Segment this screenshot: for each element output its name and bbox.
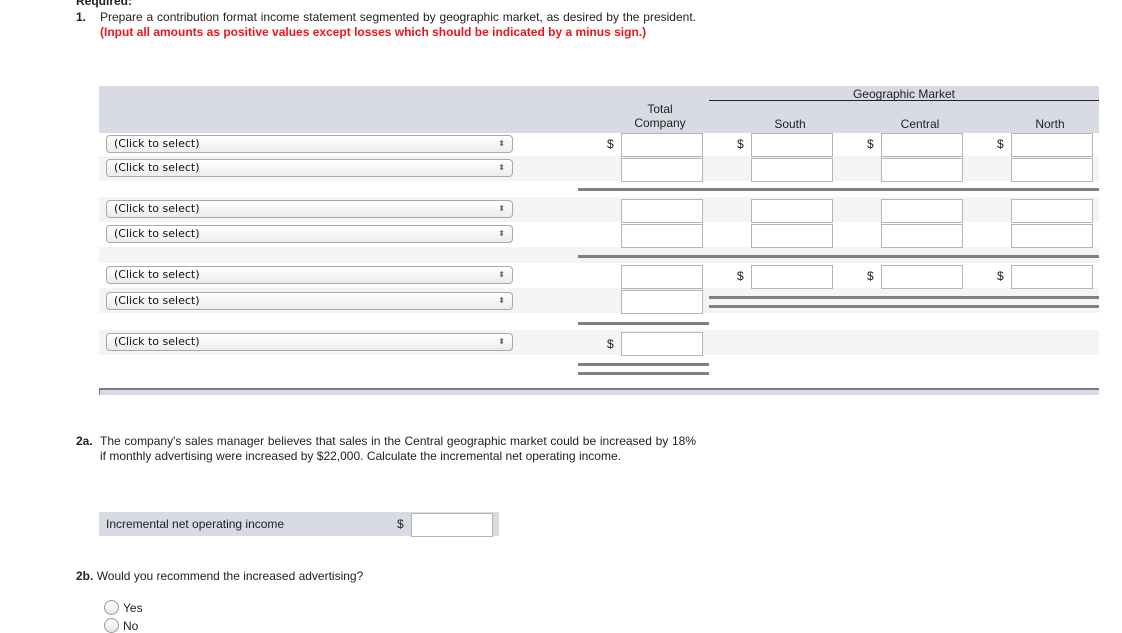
row-5-select[interactable]: (Click to select) ⬍ [106,266,513,284]
subtotal-line [578,322,709,325]
required-heading: Required: [76,0,133,8]
row-1-total-input[interactable] [621,133,703,157]
question-1-text: Prepare a contribution format income sta… [100,10,696,39]
row-2-north-input[interactable] [1011,158,1093,182]
double-underline-bottom [709,305,1099,308]
question-2b-text: Would you recommend the increased advert… [96,569,364,583]
row-7-select[interactable]: (Click to select) ⬍ [106,333,513,351]
radio-yes-label: Yes [123,601,143,615]
incremental-income-row: Incremental net operating income $ [99,512,499,537]
row-5-total-input[interactable] [621,265,703,289]
currency-symbol: $ [997,137,1004,151]
row-4-total-input[interactable] [621,224,703,248]
radio-yes[interactable] [104,600,119,615]
select-arrows-icon: ⬍ [498,163,505,172]
radio-no-label: No [123,619,139,633]
row-2-south-input[interactable] [751,158,833,182]
table-row: (Click to select) ⬍ [99,288,1099,313]
question-1-number: 1. [76,10,87,24]
subtotal-line [578,188,1099,191]
select-arrows-icon: ⬍ [498,229,505,238]
row-5-central-input[interactable] [881,265,963,289]
double-underline-bottom [578,372,709,375]
question-1-instruction: (Input all amounts as positive values ex… [100,25,647,39]
row-5-north-input[interactable] [1011,265,1093,289]
question-2a-number: 2a. [76,434,93,448]
currency-symbol: $ [607,337,614,351]
row-3-north-input[interactable] [1011,199,1093,223]
row-1-select[interactable]: (Click to select) ⬍ [106,135,513,153]
currency-symbol: $ [997,269,1004,283]
select-arrows-icon: ⬍ [498,270,505,279]
row-4-north-input[interactable] [1011,224,1093,248]
question-2a: 2a. The company's sales manager believes… [76,434,696,464]
row-3-central-input[interactable] [881,199,963,223]
currency-symbol: $ [867,137,874,151]
question-2b: 2b. Would you recommend the increased ad… [76,569,363,583]
currency-symbol: $ [607,137,614,151]
row-4-south-input[interactable] [751,224,833,248]
subtotal-line [578,255,1099,258]
row-7-total-input[interactable] [621,332,703,356]
column-header-total-company: Total Company [634,102,686,130]
row-3-total-input[interactable] [621,199,703,223]
row-6-total-input[interactable] [621,290,703,314]
row-3-south-input[interactable] [751,199,833,223]
table-row: (Click to select) ⬍ [99,330,1099,355]
geographic-market-underline [709,100,1099,101]
column-header-south: South [774,117,806,131]
incremental-income-label: Incremental net operating income [106,517,285,531]
row-4-select[interactable]: (Click to select) ⬍ [106,225,513,243]
geographic-market-header: Geographic Market [852,87,956,101]
currency-symbol: $ [867,269,874,283]
double-underline-top [578,363,709,366]
question-2a-text: The company's sales manager believes tha… [100,434,696,463]
row-2-total-input[interactable] [621,158,703,182]
question-1: 1. Prepare a contribution format income … [76,10,696,40]
row-1-north-input[interactable] [1011,133,1093,157]
incremental-income-input[interactable] [411,513,493,537]
row-6-select[interactable]: (Click to select) ⬍ [106,292,513,310]
double-underline-top [709,296,1099,299]
row-2-select[interactable]: (Click to select) ⬍ [106,159,513,177]
row-5-south-input[interactable] [751,265,833,289]
row-1-central-input[interactable] [881,133,963,157]
column-header-north: North [1035,117,1065,131]
column-header-central: Central [900,117,940,131]
table-footer-bar [99,388,1099,395]
select-arrows-icon: ⬍ [498,139,505,148]
select-arrows-icon: ⬍ [498,296,505,305]
row-4-central-input[interactable] [881,224,963,248]
select-arrows-icon: ⬍ [498,204,505,213]
row-3-select[interactable]: (Click to select) ⬍ [106,200,513,218]
question-2b-number: 2b. [76,569,94,583]
currency-symbol: $ [737,137,744,151]
select-arrows-icon: ⬍ [498,337,505,346]
row-2-central-input[interactable] [881,158,963,182]
currency-symbol: $ [397,517,404,531]
radio-no[interactable] [104,618,119,633]
row-1-south-input[interactable] [751,133,833,157]
currency-symbol: $ [737,269,744,283]
